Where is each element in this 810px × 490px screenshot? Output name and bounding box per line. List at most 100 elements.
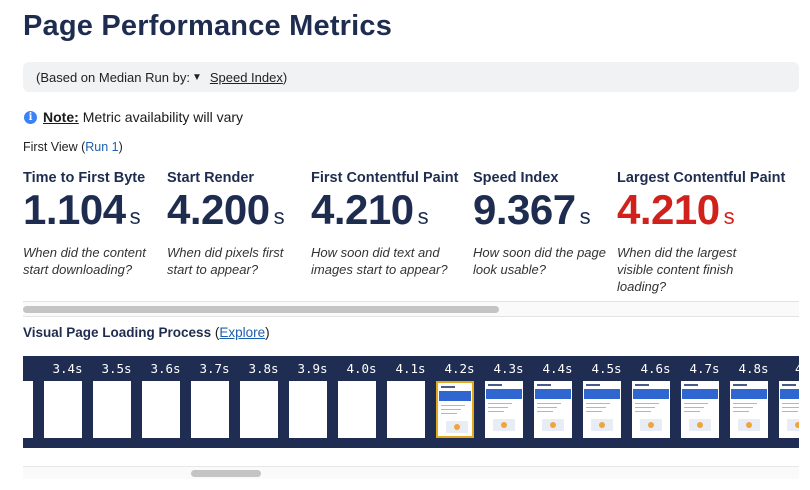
page-frame-thumbnail[interactable] <box>730 381 768 438</box>
thumbnail-ln <box>441 409 461 410</box>
metric-label: First Contentful Paint <box>311 170 459 186</box>
thumbnail-ln <box>635 403 659 404</box>
blank-frame-thumbnail[interactable] <box>93 381 131 438</box>
page-frame-thumbnail[interactable] <box>681 381 719 438</box>
thumbnail-hdr <box>684 384 698 386</box>
thumbnail-ln <box>537 407 557 408</box>
metrics-scrollbar[interactable] <box>23 301 799 317</box>
thumbnail-ln <box>782 403 799 404</box>
thumbnail-ln <box>684 411 700 412</box>
note-text: Metric availability will vary <box>82 109 244 125</box>
thumbnail-hdr <box>441 386 455 388</box>
scrollbar-thumb[interactable] <box>191 470 261 477</box>
thumbnail-img <box>787 419 799 431</box>
first-view-label: First View (Run 1) <box>23 140 123 154</box>
metric-description: When did pixels first start to appear? <box>167 245 284 277</box>
metric-start-render: Start Render 4.200 s When did pixels firs… <box>167 170 327 278</box>
thumbnail-bar <box>535 389 571 399</box>
scrollbar-thumb[interactable] <box>23 306 499 313</box>
thumbnail-img <box>640 419 662 431</box>
metric-ttfb: Time to First Byte 1.104 s When did the c… <box>23 170 183 278</box>
blank-frame-thumbnail[interactable] <box>289 381 327 438</box>
page-frame-thumbnail[interactable] <box>534 381 572 438</box>
metric-label: Speed Index <box>473 170 559 186</box>
metric-unit: s <box>273 204 285 229</box>
blank-frame-thumbnail[interactable] <box>191 381 229 438</box>
metric-description: When did the largest visible content fin… <box>617 245 737 294</box>
blank-frame-thumbnail[interactable] <box>44 381 82 438</box>
caret-down-icon[interactable]: ▼ <box>192 72 202 83</box>
thumbnail-bar <box>633 389 669 399</box>
note-label: Note: <box>43 109 79 125</box>
metric-unit: s <box>579 204 591 229</box>
thumbnail-bar <box>731 389 767 399</box>
thumbnail-img <box>493 419 515 431</box>
page-frame-thumbnail[interactable] <box>779 381 799 438</box>
thumbnail-bar <box>439 391 471 401</box>
metric-fcp: First Contentful Paint 4.210 s How soon d… <box>311 170 471 278</box>
explore-link[interactable]: Explore <box>219 325 265 340</box>
blank-frame-thumbnail[interactable] <box>23 381 33 438</box>
thumbnail-ln <box>488 403 512 404</box>
blank-frame-thumbnail[interactable] <box>387 381 425 438</box>
thumbnail-ln <box>782 407 799 408</box>
thumbnail-ln <box>586 407 606 408</box>
thumbnail-ln <box>537 403 561 404</box>
thumbnail-ln <box>441 405 465 406</box>
thumbnail-ln <box>635 407 655 408</box>
metric-number: 4.210 <box>311 186 414 233</box>
metric-value: 9.367 s <box>473 187 633 240</box>
thumbnail-img <box>591 419 613 431</box>
thumbnail-ln <box>586 411 602 412</box>
blank-frame-thumbnail[interactable] <box>240 381 278 438</box>
median-run-selector: (Based on Median Run by: ▼ Speed Index ) <box>23 62 799 92</box>
availability-note: i Note: Metric availability will vary <box>24 109 243 125</box>
visual-progress-heading: Visual Page Loading Process (Explore) <box>23 325 270 340</box>
metric-unit: s <box>417 204 429 229</box>
run-link[interactable]: Run 1 <box>85 140 118 154</box>
thumbnail-bar <box>486 389 522 399</box>
metric-description: How soon did text and images start to ap… <box>311 245 448 277</box>
page-frame-thumbnail[interactable] <box>485 381 523 438</box>
metric-description: How soon did the page look usable? <box>473 245 606 277</box>
thumbnail-ln <box>441 413 457 414</box>
first-view-text: First View ( <box>23 140 86 154</box>
thumbnail-ln <box>537 411 553 412</box>
thumbnail-img <box>446 421 468 433</box>
thumbnail-ln <box>488 407 508 408</box>
thumbnail-ln <box>733 403 757 404</box>
metric-unit: s <box>129 204 141 229</box>
metric-value: 4.210 s <box>311 187 471 240</box>
thumbnail-img <box>542 419 564 431</box>
metric-number: 4.210 <box>617 186 720 233</box>
metric-description: When did the content start downloading? <box>23 245 146 277</box>
metric-label: Start Render <box>167 170 255 186</box>
frame-timestamp: 4. <box>794 361 799 376</box>
paren-close: ) <box>265 325 270 340</box>
metric-value: 4.200 s <box>167 187 327 240</box>
thumbnail-ln <box>684 407 704 408</box>
thumbnail-bar <box>780 389 799 399</box>
thumbnail-ln <box>684 403 708 404</box>
thumbnail-bar <box>682 389 718 399</box>
info-icon: i <box>24 110 37 124</box>
thumbnail-ln <box>586 403 610 404</box>
page-frame-thumbnail[interactable] <box>632 381 670 438</box>
filmstrip-scrollbar[interactable] <box>23 466 799 479</box>
thumbnail-hdr <box>488 384 502 386</box>
metric-label: Largest Contentful Paint <box>617 170 786 186</box>
filmstrip-frame[interactable]: 4. <box>778 356 799 448</box>
metric-speed-index: Speed Index 9.367 s How soon did the page… <box>473 170 633 278</box>
metric-number: 4.200 <box>167 186 270 233</box>
metric-number: 9.367 <box>473 186 576 233</box>
metric-number: 1.104 <box>23 186 126 233</box>
page-frame-thumbnail[interactable] <box>583 381 621 438</box>
median-prefix: (Based on Median Run by: <box>36 69 190 85</box>
median-metric-link[interactable]: Speed Index <box>210 70 283 85</box>
thumbnail-hdr <box>586 384 600 386</box>
page-frame-thumbnail[interactable] <box>436 381 474 438</box>
blank-frame-thumbnail[interactable] <box>142 381 180 438</box>
metric-lcp: Largest Contentful Paint 4.210 s When did… <box>617 170 786 295</box>
thumbnail-ln <box>488 411 504 412</box>
blank-frame-thumbnail[interactable] <box>338 381 376 438</box>
